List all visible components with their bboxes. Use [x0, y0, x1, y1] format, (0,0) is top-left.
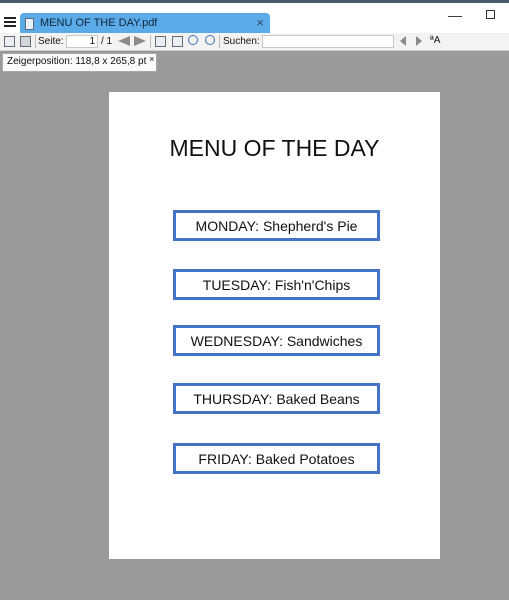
fit-width-icon[interactable] [155, 36, 166, 47]
menu-item-friday: FRIDAY: Baked Potatoes [173, 443, 380, 474]
open-file-icon[interactable] [4, 36, 15, 47]
menu-item-thursday: THURSDAY: Baked Beans [173, 383, 380, 414]
title-bar: MENU OF THE DAY.pdf × — [0, 3, 509, 35]
pdf-page: MENU OF THE DAY MONDAY: Shepherd's Pie T… [109, 92, 440, 559]
menu-item-tuesday: TUESDAY: Fish'n'Chips [173, 269, 380, 300]
page-label: Seite: [38, 36, 64, 47]
search-previous-icon[interactable] [400, 36, 406, 46]
previous-page-icon[interactable] [118, 36, 130, 46]
next-page-icon[interactable] [134, 36, 146, 46]
page-number-input[interactable]: 1 [66, 35, 98, 48]
match-case-icon[interactable]: ªA [430, 35, 440, 46]
tooltip-close-icon[interactable]: × [149, 51, 154, 67]
hamburger-menu-icon[interactable] [4, 17, 16, 27]
document-tab[interactable]: MENU OF THE DAY.pdf × [20, 13, 270, 35]
tab-close-icon[interactable]: × [256, 15, 264, 30]
zoom-out-icon[interactable] [188, 35, 198, 45]
toolbar-separator [219, 35, 220, 48]
minimize-button[interactable]: — [448, 7, 462, 23]
search-input[interactable] [262, 35, 394, 48]
menu-item-wednesday: WEDNESDAY: Sandwiches [173, 325, 380, 356]
fit-page-icon[interactable] [172, 36, 183, 47]
toolbar-separator [150, 35, 151, 48]
pointer-position-tooltip: Zeigerposition: 118,8 x 265,8 pt × [2, 51, 158, 72]
maximize-button[interactable] [486, 10, 495, 19]
document-title: MENU OF THE DAY [169, 135, 380, 161]
search-label: Suchen: [223, 36, 260, 47]
zoom-in-icon[interactable] [205, 35, 215, 45]
menu-item-monday: MONDAY: Shepherd's Pie [173, 210, 380, 241]
page-total: / 1 [101, 36, 113, 47]
pdf-document-icon [25, 18, 34, 30]
search-next-icon[interactable] [416, 36, 422, 46]
toolbar: Seite: 1 / 1 Suchen: ªA [0, 33, 509, 51]
print-icon[interactable] [20, 36, 31, 47]
toolbar-separator [35, 35, 36, 48]
tooltip-text: Zeigerposition: 118,8 x 265,8 pt [7, 56, 147, 67]
tab-title: MENU OF THE DAY.pdf [40, 17, 158, 29]
